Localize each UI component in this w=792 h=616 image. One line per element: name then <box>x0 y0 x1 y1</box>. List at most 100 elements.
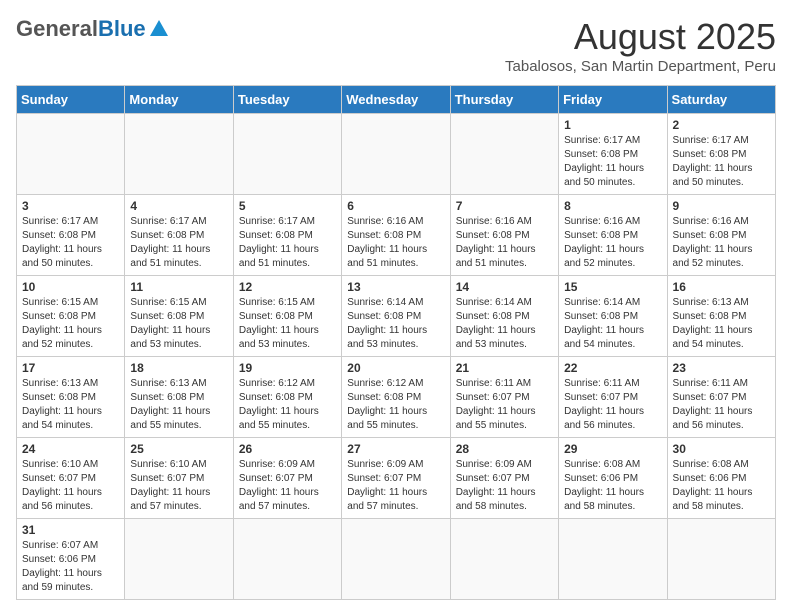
day-info: Sunrise: 6:16 AMSunset: 6:08 PMDaylight:… <box>347 215 444 271</box>
calendar-cell: 2 Sunrise: 6:17 AMSunset: 6:08 PMDaylight… <box>667 114 775 195</box>
calendar-cell: 16 Sunrise: 6:13 AMSunset: 6:08 PMDayligh… <box>667 276 775 357</box>
day-info: Sunrise: 6:08 AMSunset: 6:06 PMDaylight:… <box>564 458 661 514</box>
calendar-cell: 8Sunrise: 6:16 AMSunset: 6:08 PMDaylight… <box>559 195 667 276</box>
calendar-cell: 3Sunrise: 6:17 AMSunset: 6:08 PMDaylight… <box>17 195 125 276</box>
weekday-header-sunday: Sunday <box>17 86 125 114</box>
day-info: Sunrise: 6:16 AMSunset: 6:08 PMDaylight:… <box>456 215 553 271</box>
calendar-cell: 15 Sunrise: 6:14 AMSunset: 6:08 PMDayligh… <box>559 276 667 357</box>
weekday-header-wednesday: Wednesday <box>342 86 450 114</box>
calendar-cell <box>233 114 341 195</box>
day-info: Sunrise: 6:08 AMSunset: 6:06 PMDaylight:… <box>673 458 770 514</box>
calendar-cell: 23Sunrise: 6:11 AMSunset: 6:07 PMDayligh… <box>667 357 775 438</box>
logo-general-text: General <box>16 16 98 42</box>
day-number: 21 <box>456 361 553 375</box>
day-number: 12 <box>239 280 336 294</box>
calendar-cell: 22 Sunrise: 6:11 AMSunset: 6:07 PMDayligh… <box>559 357 667 438</box>
day-number: 31 <box>22 523 119 537</box>
calendar-cell <box>450 519 558 600</box>
day-info: Sunrise: 6:09 AMSunset: 6:07 PMDaylight:… <box>347 458 444 514</box>
day-number: 20 <box>347 361 444 375</box>
calendar-cell: 27 Sunrise: 6:09 AMSunset: 6:07 PMDayligh… <box>342 438 450 519</box>
day-info: Sunrise: 6:17 AMSunset: 6:08 PMDaylight:… <box>239 215 336 271</box>
day-number: 28 <box>456 442 553 456</box>
day-info: Sunrise: 6:11 AMSunset: 6:07 PMDaylight:… <box>673 377 770 433</box>
calendar-cell: 11 Sunrise: 6:15 AMSunset: 6:08 PMDayligh… <box>125 276 233 357</box>
day-number: 14 <box>456 280 553 294</box>
day-number: 11 <box>130 280 227 294</box>
calendar-cell: 26Sunrise: 6:09 AMSunset: 6:07 PMDayligh… <box>233 438 341 519</box>
calendar-cell: 31 Sunrise: 6:07 AMSunset: 6:06 PMDayligh… <box>17 519 125 600</box>
day-info: Sunrise: 6:07 AMSunset: 6:06 PMDaylight:… <box>22 539 119 595</box>
calendar-cell: 20Sunrise: 6:12 AMSunset: 6:08 PMDayligh… <box>342 357 450 438</box>
day-number: 17 <box>22 361 119 375</box>
calendar-table: SundayMondayTuesdayWednesdayThursdayFrid… <box>16 85 776 600</box>
day-number: 30 <box>673 442 770 456</box>
calendar-cell: 30 Sunrise: 6:08 AMSunset: 6:06 PMDayligh… <box>667 438 775 519</box>
calendar-cell <box>342 114 450 195</box>
calendar-cell: 29 Sunrise: 6:08 AMSunset: 6:06 PMDayligh… <box>559 438 667 519</box>
day-number: 27 <box>347 442 444 456</box>
weekday-header-thursday: Thursday <box>450 86 558 114</box>
day-number: 6 <box>347 199 444 213</box>
calendar-cell <box>667 519 775 600</box>
day-info: Sunrise: 6:09 AMSunset: 6:07 PMDaylight:… <box>456 458 553 514</box>
calendar-cell: 21Sunrise: 6:11 AMSunset: 6:07 PMDayligh… <box>450 357 558 438</box>
day-number: 10 <box>22 280 119 294</box>
day-number: 13 <box>347 280 444 294</box>
day-info: Sunrise: 6:14 AMSunset: 6:08 PMDaylight:… <box>564 296 661 352</box>
week-row-2: 3Sunrise: 6:17 AMSunset: 6:08 PMDaylight… <box>17 195 776 276</box>
calendar-cell <box>559 519 667 600</box>
day-info: Sunrise: 6:17 AMSunset: 6:08 PMDaylight:… <box>673 134 770 190</box>
month-title: August 2025 <box>505 16 776 58</box>
day-info: Sunrise: 6:12 AMSunset: 6:08 PMDaylight:… <box>239 377 336 433</box>
day-info: Sunrise: 6:14 AMSunset: 6:08 PMDaylight:… <box>456 296 553 352</box>
calendar-cell: 14 Sunrise: 6:14 AMSunset: 6:08 PMDayligh… <box>450 276 558 357</box>
day-number: 26 <box>239 442 336 456</box>
day-number: 29 <box>564 442 661 456</box>
day-number: 22 <box>564 361 661 375</box>
day-info: Sunrise: 6:17 AMSunset: 6:08 PMDaylight:… <box>130 215 227 271</box>
day-number: 7 <box>456 199 553 213</box>
title-area: August 2025 Tabalosos, San Martin Depart… <box>505 16 776 75</box>
week-row-3: 10 Sunrise: 6:15 AMSunset: 6:08 PMDayligh… <box>17 276 776 357</box>
day-number: 5 <box>239 199 336 213</box>
calendar-cell <box>125 114 233 195</box>
day-info: Sunrise: 6:10 AMSunset: 6:07 PMDaylight:… <box>130 458 227 514</box>
calendar-cell <box>450 114 558 195</box>
day-info: Sunrise: 6:15 AMSunset: 6:08 PMDaylight:… <box>239 296 336 352</box>
day-number: 18 <box>130 361 227 375</box>
day-number: 9 <box>673 199 770 213</box>
day-info: Sunrise: 6:13 AMSunset: 6:08 PMDaylight:… <box>673 296 770 352</box>
calendar-cell: 7 Sunrise: 6:16 AMSunset: 6:08 PMDaylight… <box>450 195 558 276</box>
week-row-4: 17Sunrise: 6:13 AMSunset: 6:08 PMDayligh… <box>17 357 776 438</box>
calendar-cell: 18Sunrise: 6:13 AMSunset: 6:08 PMDayligh… <box>125 357 233 438</box>
calendar-cell <box>233 519 341 600</box>
calendar-cell: 19 Sunrise: 6:12 AMSunset: 6:08 PMDayligh… <box>233 357 341 438</box>
day-info: Sunrise: 6:11 AMSunset: 6:07 PMDaylight:… <box>564 377 661 433</box>
day-info: Sunrise: 6:15 AMSunset: 6:08 PMDaylight:… <box>22 296 119 352</box>
calendar-cell: 6 Sunrise: 6:16 AMSunset: 6:08 PMDaylight… <box>342 195 450 276</box>
location-title: Tabalosos, San Martin Department, Peru <box>505 58 776 75</box>
weekday-header-tuesday: Tuesday <box>233 86 341 114</box>
calendar-cell: 10 Sunrise: 6:15 AMSunset: 6:08 PMDayligh… <box>17 276 125 357</box>
day-number: 2 <box>673 118 770 132</box>
day-number: 8 <box>564 199 661 213</box>
week-row-1: 1Sunrise: 6:17 AMSunset: 6:08 PMDaylight… <box>17 114 776 195</box>
logo-triangle-icon <box>150 20 168 36</box>
calendar-cell <box>125 519 233 600</box>
calendar-cell <box>342 519 450 600</box>
day-info: Sunrise: 6:14 AMSunset: 6:08 PMDaylight:… <box>347 296 444 352</box>
calendar-cell: 4Sunrise: 6:17 AMSunset: 6:08 PMDaylight… <box>125 195 233 276</box>
day-info: Sunrise: 6:15 AMSunset: 6:08 PMDaylight:… <box>130 296 227 352</box>
calendar-cell: 24Sunrise: 6:10 AMSunset: 6:07 PMDayligh… <box>17 438 125 519</box>
day-number: 25 <box>130 442 227 456</box>
calendar-cell: 28 Sunrise: 6:09 AMSunset: 6:07 PMDayligh… <box>450 438 558 519</box>
day-number: 16 <box>673 280 770 294</box>
day-number: 15 <box>564 280 661 294</box>
logo: General Blue <box>16 16 168 42</box>
day-number: 19 <box>239 361 336 375</box>
calendar-cell: 25 Sunrise: 6:10 AMSunset: 6:07 PMDayligh… <box>125 438 233 519</box>
weekday-header-saturday: Saturday <box>667 86 775 114</box>
week-row-5: 24Sunrise: 6:10 AMSunset: 6:07 PMDayligh… <box>17 438 776 519</box>
calendar-cell: 9Sunrise: 6:16 AMSunset: 6:08 PMDaylight… <box>667 195 775 276</box>
